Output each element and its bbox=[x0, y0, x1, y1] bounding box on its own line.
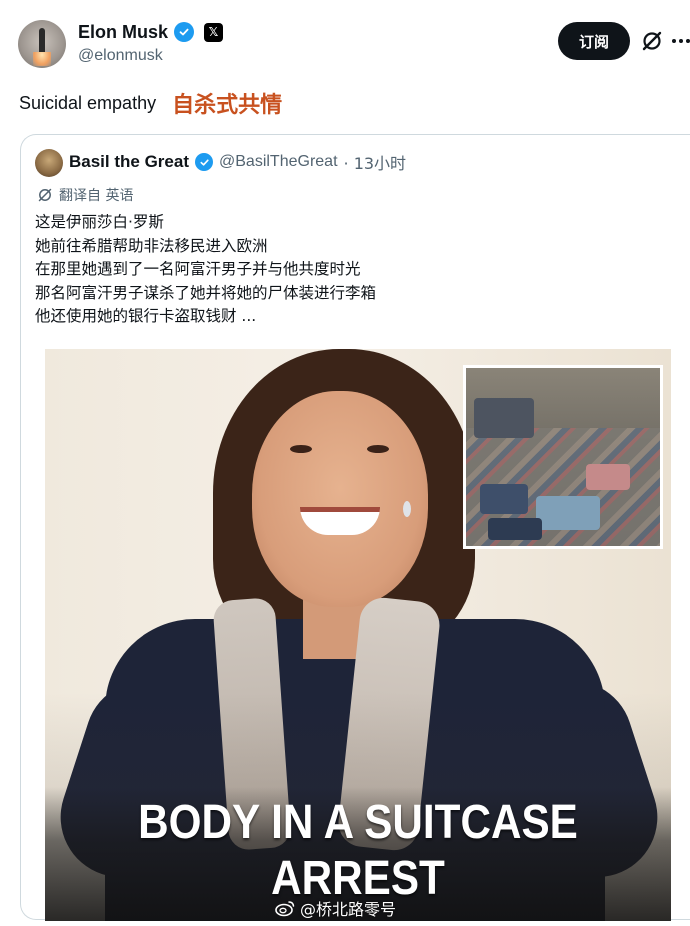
author-name-row: Elon Musk 𝕏 bbox=[78, 21, 224, 43]
quoted-text-line: 那名阿富汗男子谋杀了她并将她的尸体装进行李箱 bbox=[35, 283, 377, 302]
quoted-post-time[interactable]: · 13小时 bbox=[344, 150, 407, 174]
quoted-text-line: 他还使用她的银行卡盗取钱财 ... bbox=[35, 307, 257, 325]
watermark-text: @桥北路零号 bbox=[300, 900, 397, 919]
subscribe-button[interactable]: 订阅 bbox=[558, 22, 630, 60]
translate-label: 翻译自 英语 bbox=[59, 188, 134, 204]
quoted-post-image[interactable]: BODY IN A SUITCASE ARREST bbox=[45, 349, 671, 921]
quoted-author-row: Basil the Great @BasilTheGreat · 13小时 bbox=[69, 150, 406, 174]
quoted-text-line: 她前往希腊帮助非法移民进入欧洲 bbox=[35, 236, 268, 255]
quoted-post-card[interactable]: Basil the Great @BasilTheGreat · 13小时 翻译… bbox=[20, 134, 690, 921]
quoted-author-avatar[interactable] bbox=[35, 149, 63, 177]
post-text: Suicidal empathy 自杀式共情 bbox=[19, 88, 283, 119]
post-text-en: Suicidal empathy bbox=[19, 92, 157, 113]
weibo-watermark: @桥北路零号 bbox=[274, 896, 396, 920]
grok-icon[interactable] bbox=[640, 29, 664, 53]
quoted-author-handle[interactable]: @BasilTheGreat bbox=[219, 153, 338, 171]
author-avatar[interactable] bbox=[18, 20, 66, 68]
post-header: Elon Musk 𝕏 @elonmusk 订阅 bbox=[0, 0, 690, 80]
verified-badge-icon bbox=[195, 153, 213, 171]
post-text-zh-caption: 自杀式共情 bbox=[172, 93, 283, 118]
image-headline-line1: BODY IN A SUITCASE bbox=[138, 796, 578, 849]
quoted-post-body: 这是伊丽莎白·罗斯 她前往希腊帮助非法移民进入欧洲 在那里她遇到了一名阿富汗男子… bbox=[35, 211, 675, 329]
verified-badge-icon bbox=[174, 22, 195, 42]
weibo-icon bbox=[275, 901, 295, 917]
quoted-author-name[interactable]: Basil the Great bbox=[69, 152, 189, 172]
author-handle[interactable]: @elonmusk bbox=[78, 47, 163, 65]
inset-photo-suitcases bbox=[463, 365, 663, 549]
x-affiliate-icon: 𝕏 bbox=[204, 22, 224, 42]
author-name[interactable]: Elon Musk bbox=[78, 22, 168, 43]
translation-notice[interactable]: 翻译自 英语 bbox=[37, 185, 133, 205]
quoted-text-line: 在那里她遇到了一名阿富汗男子并与他共度时光 bbox=[35, 260, 361, 278]
translate-icon bbox=[38, 188, 52, 202]
more-icon[interactable] bbox=[672, 39, 690, 45]
quoted-text-line: 这是伊丽莎白·罗斯 bbox=[35, 213, 164, 231]
